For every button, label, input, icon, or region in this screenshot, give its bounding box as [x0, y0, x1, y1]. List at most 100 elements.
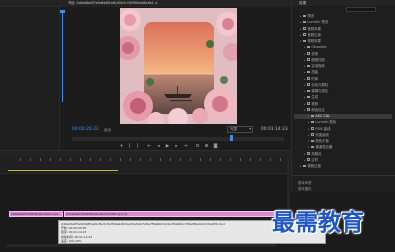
effects-tree-item[interactable]: ▸ 颜色平衡 [294, 139, 392, 144]
effects-tree-item[interactable]: ▾ 视频效果 [294, 39, 392, 44]
folder-icon [303, 27, 307, 30]
effects-tree-item-label: ASC CDL [315, 114, 331, 118]
effects-tree-item-label: 扭曲 [311, 70, 319, 75]
effects-panel: 效果 基本声音 基本图形 ▸ 预设 ▸ Lumetri 预设 ▸ 音频效果 ▸ 音频过渡 ▾ 视频… [291, 0, 395, 192]
effects-search-input[interactable] [346, 7, 376, 12]
effects-tree-item[interactable]: ▸ 变换 [294, 52, 392, 57]
effects-tree-item[interactable]: ▸ 风格化 [294, 152, 392, 157]
effects-tree-item[interactable]: ▾ 颜色校正 [294, 108, 392, 113]
effects-tree-item[interactable]: ▸ 过时 [294, 158, 392, 163]
folder-icon [307, 95, 311, 99]
ruler-tick [210, 158, 211, 161]
folder-icon [303, 20, 307, 24]
ruler-tick [200, 158, 201, 161]
playhead-timecode[interactable]: 00:00:26:22 [72, 127, 99, 132]
effects-tree-item-label: 图像控制 [311, 57, 325, 62]
effects-tree-item-label: 视频效果 [307, 39, 321, 43]
effects-tree-item-label: 时间 [311, 76, 319, 81]
folder-icon [311, 139, 315, 143]
panel-bottom-section: 基本声音 基本图形 [292, 175, 395, 192]
folder-icon [303, 14, 307, 18]
ruler-tick [110, 158, 111, 161]
work-area-bar[interactable] [8, 170, 118, 172]
chevron-down-icon: ▾ [249, 127, 251, 131]
monitor-playhead-marker[interactable] [230, 135, 233, 141]
folder-icon [311, 127, 315, 130]
ruler-tick [260, 158, 261, 161]
effects-tree-item[interactable]: ▸ 音频效果 [294, 27, 392, 32]
ruler-tick [120, 158, 121, 161]
effects-tree-item[interactable]: ▸ Lumetri 颜色 [294, 120, 392, 125]
monitor-scrub-bar[interactable] [72, 137, 284, 141]
ruler-tick [40, 158, 41, 161]
bins-panel [0, 0, 59, 150]
timeline-clip[interactable]: 2d4ab8a0f7a9d6b8f1a61d5e3c7b2f90.mp4 [V] [64, 211, 289, 217]
effects-tree-item-label: 生成 [311, 95, 319, 100]
folder-icon [303, 164, 307, 168]
ruler-tick [160, 158, 161, 161]
folder-icon [307, 158, 311, 161]
ruler-tick [270, 158, 271, 161]
timeline-clip[interactable]: 2d4ab8a0f7a9d6b8f1a61d5e3c.mp4 [9, 211, 63, 217]
folder-icon [307, 45, 311, 49]
essential-graphics-label[interactable]: 基本图形 [298, 186, 312, 191]
timeline-playhead-handle[interactable] [60, 10, 65, 13]
effects-tree-item-label: 颜色平衡 [315, 139, 329, 143]
folder-icon [307, 108, 311, 111]
folder-icon [303, 33, 307, 36]
folder-icon [311, 114, 315, 118]
effects-tree-item[interactable]: ▸ Lumetri 预设 [294, 20, 392, 25]
essential-sound-label[interactable]: 基本声音 [298, 180, 312, 185]
program-monitor-tab-label: 节目: 2d4ab8a0f7a9d6b8f1a61d5e3c7b2f90a4d8… [68, 1, 158, 5]
effects-tree-item[interactable]: ▸ 杂色与颗粒 [294, 83, 392, 88]
effects-tree-item-label: 变换 [311, 51, 319, 56]
effects-tree-item[interactable]: ▸ 视频过渡 [294, 164, 392, 169]
folder-icon [303, 39, 307, 43]
effects-tree-item-label: 模糊与锐化 [311, 89, 329, 93]
effects-tree-item[interactable]: ▸ 预设 [294, 14, 392, 19]
effects-tree-item[interactable]: ▸ 生成 [294, 95, 392, 100]
timeline-horizontal-scrollbar[interactable] [6, 244, 276, 247]
effects-panel-tab[interactable]: 效果 [292, 0, 395, 6]
effects-tree-item[interactable]: ▸ ASC CDL [294, 114, 392, 120]
folder-icon [311, 133, 315, 136]
effects-tree-item[interactable]: ▸ 模糊与锐化 [294, 89, 392, 94]
timeline-playhead[interactable] [62, 12, 63, 102]
effects-tree-item[interactable]: ▸ 扭曲 [294, 70, 392, 75]
effects-tree-item-label: 音频过渡 [307, 32, 321, 37]
ruler-tick [30, 158, 31, 161]
playback-resolution-select[interactable]: 完整 ▾ [227, 126, 253, 133]
effects-tree-item[interactable]: ▸ 时间 [294, 77, 392, 82]
video-preview[interactable] [120, 8, 237, 124]
zoom-fit-select[interactable]: 适合 [104, 128, 111, 133]
program-monitor-tab[interactable]: 节目: 2d4ab8a0f7a9d6b8f1a61d5e3c7b2f90a4d8… [60, 0, 292, 7]
folder-icon [307, 52, 311, 55]
effects-tree-item[interactable]: ▸ RGB 曲线 [294, 127, 392, 132]
effects-tree-item-label: 风格化 [311, 151, 322, 156]
ruler-tick [220, 158, 221, 161]
effects-tree-item[interactable]: ▸ 音频过渡 [294, 33, 392, 38]
effects-tree-item-label: 通道混合器 [315, 145, 333, 150]
ruler-tick [50, 158, 51, 161]
ruler-tick [60, 158, 61, 161]
playback-resolution-value: 完整 [230, 127, 238, 131]
ruler-tick [90, 158, 91, 161]
folder-icon [307, 77, 311, 80]
folder-icon [307, 83, 311, 86]
effects-tree-item[interactable]: ▸ Obsolete [294, 45, 392, 50]
effects-tree-item[interactable]: ▸ 视频 [294, 102, 392, 107]
folder-icon [307, 102, 311, 105]
folder-icon [307, 152, 311, 155]
ruler-tick [150, 158, 151, 161]
folder-icon [307, 64, 311, 68]
effects-tree-item-label: 预设 [307, 14, 315, 18]
timeline-ruler[interactable] [20, 158, 285, 161]
program-monitor: 节目: 2d4ab8a0f7a9d6b8f1a61d5e3c7b2f90a4d8… [59, 0, 292, 150]
folder-icon [311, 145, 315, 149]
effects-tree-item[interactable]: ▸ 图像控制 [294, 58, 392, 63]
effects-tree-item[interactable]: ▸ 实用程序 [294, 64, 392, 69]
effects-tree-item[interactable]: ▸ 亮度曲线 [294, 133, 392, 138]
effects-tree-item[interactable]: ▸ 通道混合器 [294, 145, 392, 150]
effects-tree-item-label: 实用程序 [311, 64, 325, 68]
ruler-tick [250, 158, 251, 161]
